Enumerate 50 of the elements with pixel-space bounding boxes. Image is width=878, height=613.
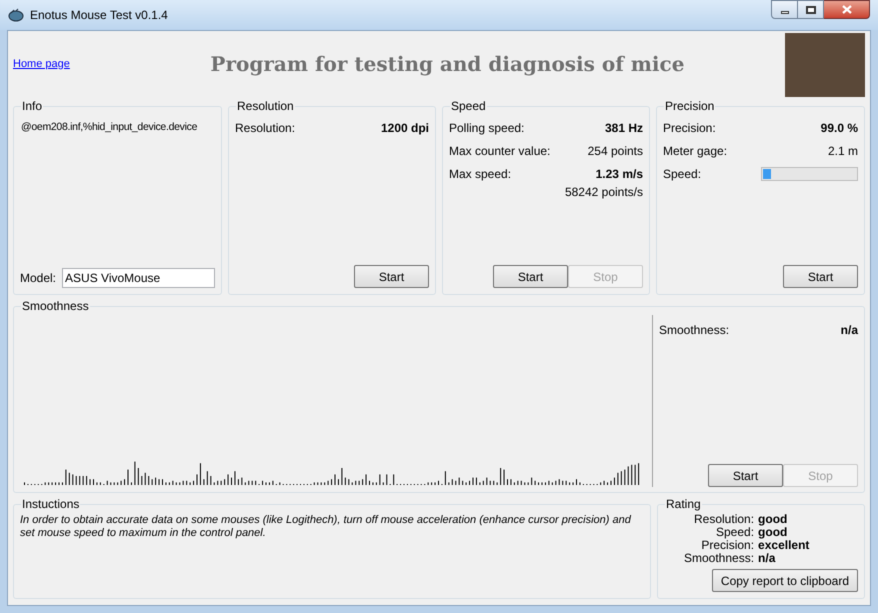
home-page-link[interactable]: Home page	[13, 56, 70, 72]
field-value: 2.1 m	[828, 143, 858, 160]
button[interactable]: Start	[493, 265, 568, 288]
device-id: @oem208.inf,%hid_input_device.device	[21, 120, 198, 135]
field-label: Resolution:	[235, 120, 296, 137]
group-title: Info	[21, 98, 44, 115]
field-label: Max counter value:	[449, 143, 550, 160]
field-label: Precision:	[663, 120, 716, 137]
close-icon	[842, 5, 852, 14]
group-title: Precision	[664, 98, 716, 115]
field-value: 254 points	[588, 143, 643, 160]
field-label: Meter gage:	[663, 143, 728, 160]
field-label: Max speed:	[449, 166, 512, 183]
mouse-icon	[8, 8, 24, 22]
field-label: Polling speed:	[449, 120, 524, 137]
button[interactable]: Start	[354, 265, 429, 288]
instructions-text: In order to obtain accurate data on some mouses (like Logithech), turn off mouse acceleration (enhance cursor precision) and set mouse speed to maximum in the control panel.	[20, 514, 632, 540]
field-value: 99.0 %	[820, 120, 858, 137]
group-title: Smoothness	[21, 298, 90, 315]
copy-report-button[interactable]: Copy report to clipboard	[712, 569, 858, 592]
group-title: Resolution	[236, 98, 295, 115]
group-title: Speed	[450, 98, 487, 115]
field-value: 381 Hz	[604, 120, 643, 137]
maximize-icon	[806, 6, 816, 14]
maximize-button[interactable]	[798, 0, 824, 19]
rating-value: excellent	[758, 539, 810, 552]
rating-value: n/a	[758, 552, 776, 565]
field-value: 1.23 m/s	[596, 166, 643, 183]
field-label: Smoothness:	[659, 322, 730, 339]
rating-label: Resolution:	[693, 513, 754, 526]
field-label: Speed:	[663, 166, 702, 183]
model-field[interactable]: ASUS VivoMouse	[62, 268, 215, 288]
rating-label: Smoothness:	[684, 552, 754, 565]
program-heading: Program for testing and diagnosis of mice	[209, 51, 686, 78]
rating-value: good	[758, 513, 788, 526]
close-button[interactable]	[824, 0, 870, 19]
field-value: 1200 dpi	[380, 120, 429, 137]
button[interactable]: Start	[783, 265, 858, 288]
minimize-button[interactable]	[771, 0, 798, 19]
field-value: 58242 points/s	[564, 184, 643, 201]
rating-label: Speed:	[715, 526, 754, 539]
field-label: Model:	[20, 270, 56, 287]
minimize-icon	[780, 11, 788, 14]
group-title: Rating	[665, 496, 702, 513]
group-title: Instuctions	[21, 496, 80, 513]
rating-value: good	[758, 526, 788, 539]
button[interactable]: Start	[708, 464, 783, 487]
window-title: Enotus Mouse Test v0.1.4	[30, 7, 168, 24]
rating-label: Precision:	[700, 539, 754, 552]
field-value: n/a	[840, 322, 858, 339]
